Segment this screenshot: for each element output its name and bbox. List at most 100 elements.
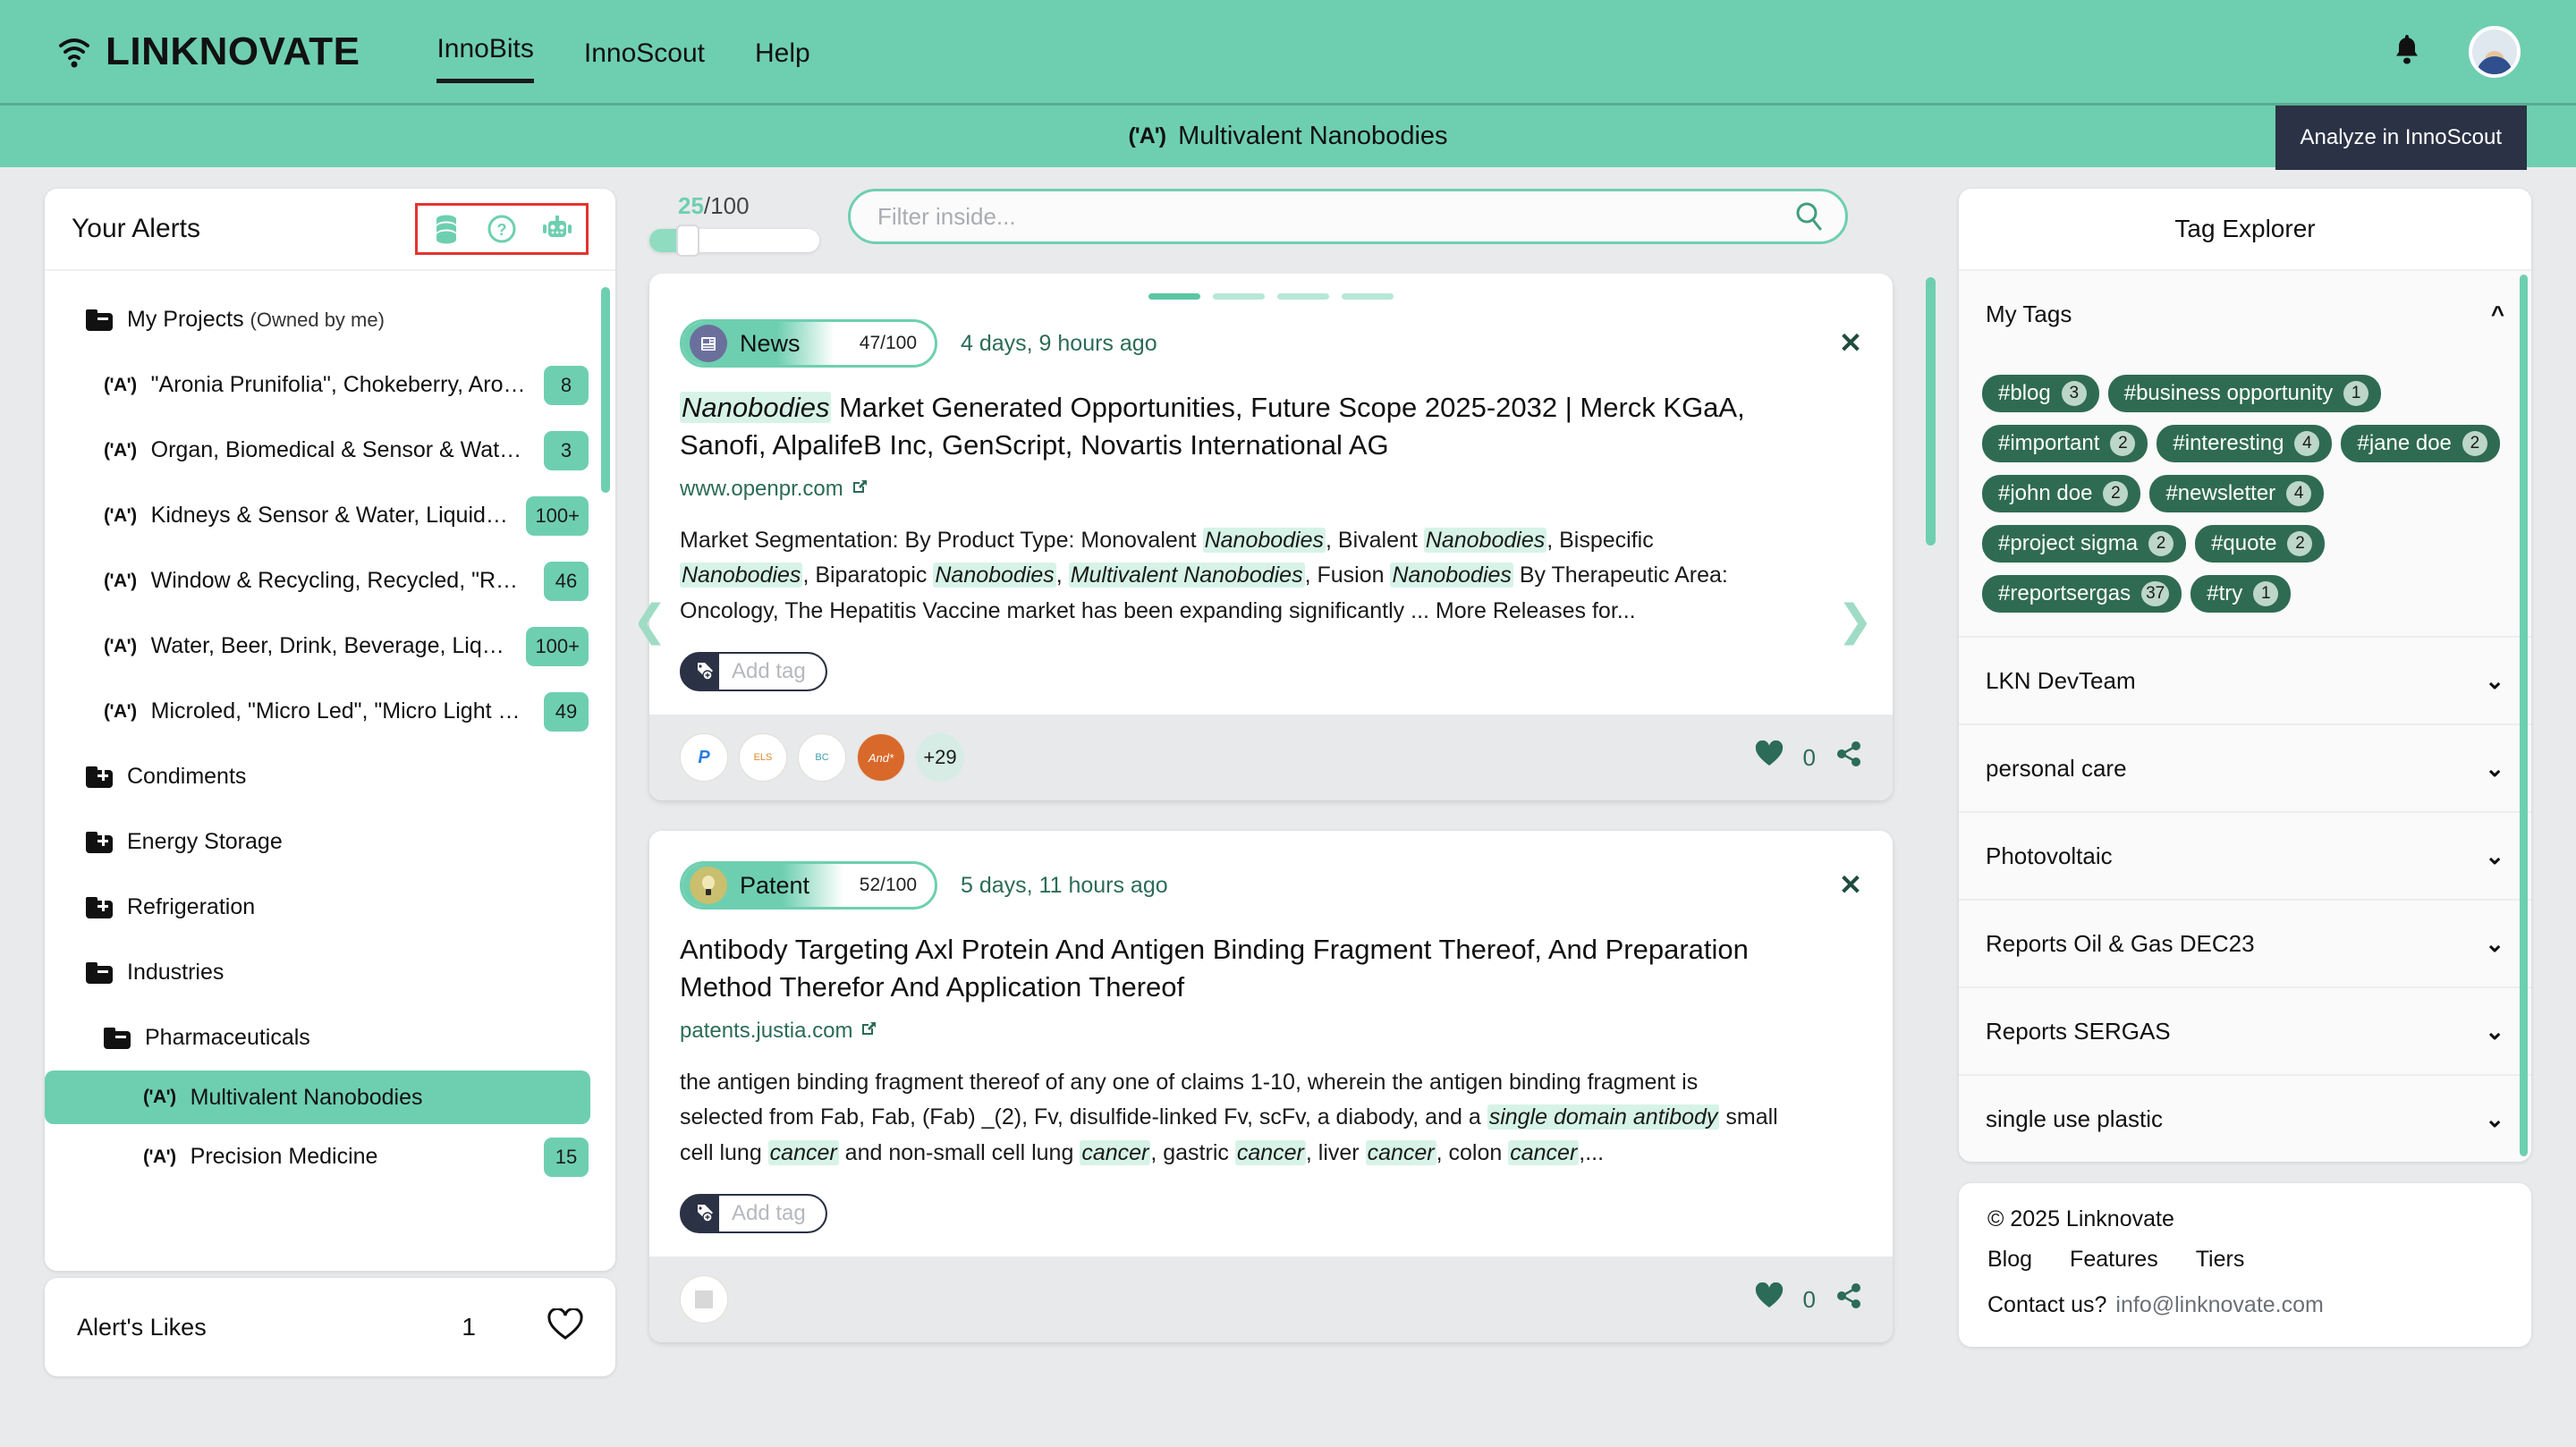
tag-pill-john-doe[interactable]: #john doe 2 (1982, 475, 2141, 512)
tag-pill-try[interactable]: #try 1 (2190, 575, 2292, 613)
tree-item-energy-storage[interactable]: Energy Storage (45, 809, 615, 875)
tag-group-single-use-plastic[interactable]: single use plastic ⌄ (1959, 1074, 2531, 1162)
tag-explorer-scrollbar[interactable] (2520, 275, 2528, 1156)
excerpt-text: ,... (1579, 1139, 1605, 1165)
add-tag-button[interactable]: Add tag (680, 1194, 827, 1234)
pagination-dot[interactable] (1148, 293, 1200, 300)
footer-link-blog[interactable]: Blog (1987, 1247, 2032, 1273)
tree-item-precision-medicine[interactable]: ('A') Precision Medicine 15 (45, 1124, 615, 1189)
heart-solid-icon[interactable] (1755, 1282, 1784, 1316)
tag-pill-newsletter[interactable]: #newsletter 4 (2149, 475, 2325, 512)
search-icon[interactable] (1794, 201, 1823, 239)
sidebar-scrollbar[interactable] (601, 287, 610, 493)
pagination-dot[interactable] (1277, 293, 1329, 300)
page-title: Multivalent Nanobodies (1178, 122, 1448, 150)
close-icon[interactable]: ✕ (1839, 869, 1862, 901)
tag-label: #jane doe (2357, 431, 2452, 455)
tag-pill-quote[interactable]: #quote 2 (2195, 525, 2326, 563)
heart-solid-icon[interactable] (1755, 740, 1784, 774)
share-icon[interactable] (1835, 1282, 1862, 1316)
robot-icon[interactable] (539, 211, 575, 247)
footer-link-features[interactable]: Features (2070, 1247, 2158, 1273)
tag-pill-reportsergas[interactable]: #reportsergas 37 (1982, 575, 2182, 613)
nav-item-innobits[interactable]: InnoBits (436, 34, 534, 83)
database-icon[interactable] (428, 211, 464, 247)
post-type-pill[interactable]: News 47/100 (680, 319, 937, 368)
chevron-left-icon[interactable]: ❮ (639, 596, 667, 646)
user-avatar[interactable] (2469, 25, 2521, 78)
post-footer: 0 (649, 1257, 1893, 1343)
tag-pill-blog[interactable]: #blog 3 (1982, 375, 2099, 412)
folder-minus-icon (104, 1027, 131, 1049)
contact-label: Contact us? (1987, 1292, 2107, 1317)
org-more-count[interactable]: +29 (916, 733, 964, 783)
avatar-body (2477, 55, 2512, 74)
feed-scrollbar[interactable] (1926, 277, 1936, 546)
bell-icon[interactable] (2392, 33, 2422, 71)
org-chip-andi[interactable]: And* (857, 733, 905, 783)
brand-logo[interactable]: LINKNOVATE (55, 30, 360, 74)
alerts-header: Your Alerts ? (45, 189, 615, 269)
nav-item-help[interactable]: Help (755, 38, 810, 83)
tree-item-industries[interactable]: Industries (45, 940, 615, 1005)
tree-item-alert-aronia[interactable]: ('A') "Aronia Prunifolia", Chokeberry, A… (45, 352, 615, 418)
folder-minus-icon (86, 309, 113, 331)
alert-count-badge: 15 (544, 1137, 589, 1177)
tree-item-pharmaceuticals[interactable]: Pharmaceuticals (45, 1005, 615, 1070)
tag-pill-jane-doe[interactable]: #jane doe 2 (2341, 425, 2500, 462)
close-icon[interactable]: ✕ (1839, 327, 1862, 360)
post-title[interactable]: Antibody Targeting Axl Protein And Antig… (649, 910, 1893, 1006)
score-slider[interactable] (649, 224, 819, 257)
alerts-tree-container[interactable]: My Projects (Owned by me) ('A') "Aronia … (45, 269, 615, 1271)
tag-label: #blog (1998, 381, 2051, 405)
tree-item-refrigeration[interactable]: Refrigeration (45, 875, 615, 940)
org-chip-paypal[interactable]: P (680, 733, 728, 783)
tag-pill-important[interactable]: #important 2 (1982, 425, 2148, 462)
highlight-term: cancer (1508, 1139, 1580, 1165)
alert-likes-label: Alert's Likes (77, 1313, 207, 1341)
nav-item-innoscout[interactable]: InnoScout (584, 38, 705, 83)
footer-link-tiers[interactable]: Tiers (2196, 1247, 2245, 1273)
tag-plus-icon (691, 662, 719, 681)
post-source-link[interactable]: patents.justia.com (649, 1006, 1893, 1044)
main-content: Your Alerts ? My Projects (Owned by me) … (0, 167, 2576, 1447)
share-icon[interactable] (1835, 740, 1862, 774)
post-title[interactable]: Nanobodies Market Generated Opportunitie… (649, 368, 1893, 464)
question-circle-icon[interactable]: ? (484, 211, 520, 247)
post-type-pill[interactable]: Patent 52/100 (680, 861, 937, 910)
heart-outline-icon[interactable] (547, 1307, 583, 1347)
alert-icon: ('A') (104, 374, 137, 395)
tree-item-multivalent-nanobodies[interactable]: ('A') Multivalent Nanobodies (45, 1070, 590, 1124)
tag-group-lkn-devteam[interactable]: LKN DevTeam ⌄ (1959, 636, 2531, 724)
analyze-in-innoscout-button[interactable]: Analyze in InnoScout (2275, 106, 2527, 170)
tag-group-personal-care[interactable]: personal care ⌄ (1959, 724, 2531, 811)
add-tag-label: Add tag (719, 654, 826, 690)
tree-item-condiments[interactable]: Condiments (45, 744, 615, 809)
chevron-right-icon[interactable]: ❯ (1837, 596, 1873, 646)
tag-pill-project-sigma[interactable]: #project sigma 2 (1982, 525, 2187, 563)
post-actions: 0 (1755, 1282, 1862, 1316)
add-tag-button[interactable]: Add tag (680, 652, 827, 692)
filter-input[interactable] (848, 189, 1848, 244)
score-slider-handle[interactable] (676, 224, 699, 257)
tree-item-my-projects[interactable]: My Projects (Owned by me) (45, 287, 615, 352)
pagination-dot[interactable] (1213, 293, 1265, 300)
tree-item-alert-water[interactable]: ('A') Water, Beer, Drink, Beverage, Liqu… (45, 613, 615, 679)
tag-group-photovoltaic[interactable]: Photovoltaic ⌄ (1959, 811, 2531, 899)
tag-group-my-tags[interactable]: My Tags ^ (1959, 269, 2531, 357)
pagination-dot[interactable] (1342, 293, 1394, 300)
tree-item-alert-organ[interactable]: ('A') Organ, Biomedical & Sensor & Water… (45, 418, 615, 483)
tag-group-reports-sergas[interactable]: Reports SERGAS ⌄ (1959, 986, 2531, 1074)
org-chip-placeholder[interactable] (680, 1275, 728, 1324)
org-chip-elsevier[interactable]: ELS (739, 733, 787, 783)
highlight-term: Nanobodies (1423, 527, 1547, 553)
post-source-link[interactable]: www.openpr.com (649, 464, 1893, 502)
tree-item-alert-microled[interactable]: ('A') Microled, "Micro Led", "Micro Ligh… (45, 679, 615, 744)
contact-email[interactable]: info@linknovate.com (2115, 1292, 2323, 1317)
tree-item-alert-kidneys[interactable]: ('A') Kidneys & Sensor & Water, Liquid &… (45, 483, 615, 548)
tag-pill-business-opportunity[interactable]: #business opportunity 1 (2107, 375, 2382, 412)
tree-item-alert-window[interactable]: ('A') Window & Recycling, Recycled, "Re … (45, 548, 615, 613)
tag-group-reports-oil-gas-dec23[interactable]: Reports Oil & Gas DEC23 ⌄ (1959, 899, 2531, 986)
tag-pill-interesting[interactable]: #interesting 4 (2157, 425, 2333, 462)
org-chip-biocentury[interactable]: BC (798, 733, 846, 783)
